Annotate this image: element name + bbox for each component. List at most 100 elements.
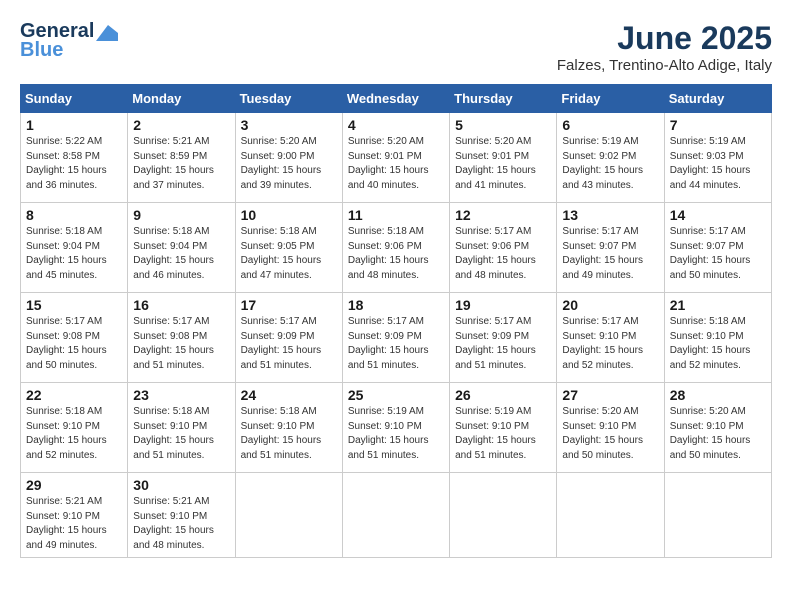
day-info: Sunrise: 5:18 AM Sunset: 9:10 PM Dayligh… xyxy=(26,405,122,463)
day-cell-24: 24 Sunrise: 5:18 AM Sunset: 9:10 PM Dayli… xyxy=(235,383,342,473)
day-info: Sunrise: 5:21 AM Sunset: 9:10 PM Dayligh… xyxy=(133,495,229,553)
empty-cell xyxy=(450,473,557,558)
day-cell-10: 10 Sunrise: 5:18 AM Sunset: 9:05 PM Dayli… xyxy=(235,203,342,293)
day-info: Sunrise: 5:17 AM Sunset: 9:07 PM Dayligh… xyxy=(562,225,658,283)
day-number: 9 xyxy=(133,207,229,223)
day-cell-9: 9 Sunrise: 5:18 AM Sunset: 9:04 PM Daylig… xyxy=(128,203,235,293)
day-cell-25: 25 Sunrise: 5:19 AM Sunset: 9:10 PM Dayli… xyxy=(342,383,449,473)
day-header-sunday: Sunday xyxy=(21,85,128,113)
day-number: 25 xyxy=(348,387,444,403)
day-number: 7 xyxy=(670,117,766,133)
day-info: Sunrise: 5:19 AM Sunset: 9:10 PM Dayligh… xyxy=(455,405,551,463)
day-number: 26 xyxy=(455,387,551,403)
week-row-3: 15 Sunrise: 5:17 AM Sunset: 9:08 PM Dayli… xyxy=(21,293,772,383)
day-cell-13: 13 Sunrise: 5:17 AM Sunset: 9:07 PM Dayli… xyxy=(557,203,664,293)
day-cell-30: 30 Sunrise: 5:21 AM Sunset: 9:10 PM Dayli… xyxy=(128,473,235,558)
day-info: Sunrise: 5:17 AM Sunset: 9:08 PM Dayligh… xyxy=(26,315,122,373)
day-number: 17 xyxy=(241,297,337,313)
day-info: Sunrise: 5:20 AM Sunset: 9:10 PM Dayligh… xyxy=(562,405,658,463)
day-cell-27: 27 Sunrise: 5:20 AM Sunset: 9:10 PM Dayli… xyxy=(557,383,664,473)
empty-cell xyxy=(664,473,771,558)
day-cell-22: 22 Sunrise: 5:18 AM Sunset: 9:10 PM Dayli… xyxy=(21,383,128,473)
day-header-wednesday: Wednesday xyxy=(342,85,449,113)
day-number: 5 xyxy=(455,117,551,133)
day-cell-1: 1 Sunrise: 5:22 AM Sunset: 8:58 PM Daylig… xyxy=(21,113,128,203)
day-number: 6 xyxy=(562,117,658,133)
day-header-saturday: Saturday xyxy=(664,85,771,113)
day-info: Sunrise: 5:17 AM Sunset: 9:06 PM Dayligh… xyxy=(455,225,551,283)
title-area: June 2025 Falzes, Trentino-Alto Adige, I… xyxy=(557,20,772,74)
day-info: Sunrise: 5:18 AM Sunset: 9:05 PM Dayligh… xyxy=(241,225,337,283)
day-cell-7: 7 Sunrise: 5:19 AM Sunset: 9:03 PM Daylig… xyxy=(664,113,771,203)
empty-cell xyxy=(235,473,342,558)
day-number: 30 xyxy=(133,477,229,493)
day-cell-17: 17 Sunrise: 5:17 AM Sunset: 9:09 PM Dayli… xyxy=(235,293,342,383)
day-cell-8: 8Sunrise: 5:18 AM Sunset: 9:04 PM Daylig… xyxy=(21,203,128,293)
day-info: Sunrise: 5:18 AM Sunset: 9:10 PM Dayligh… xyxy=(670,315,766,373)
day-info: Sunrise: 5:19 AM Sunset: 9:02 PM Dayligh… xyxy=(562,135,658,193)
day-info: Sunrise: 5:17 AM Sunset: 9:09 PM Dayligh… xyxy=(241,315,337,373)
day-number: 21 xyxy=(670,297,766,313)
week-row-4: 22 Sunrise: 5:18 AM Sunset: 9:10 PM Dayli… xyxy=(21,383,772,473)
day-info: Sunrise: 5:17 AM Sunset: 9:09 PM Dayligh… xyxy=(348,315,444,373)
day-cell-28: 28 Sunrise: 5:20 AM Sunset: 9:10 PM Dayli… xyxy=(664,383,771,473)
day-number: 12 xyxy=(455,207,551,223)
day-info: Sunrise: 5:19 AM Sunset: 9:03 PM Dayligh… xyxy=(670,135,766,193)
day-number: 13 xyxy=(562,207,658,223)
day-number: 29 xyxy=(26,477,122,493)
day-number: 11 xyxy=(348,207,444,223)
day-number: 23 xyxy=(133,387,229,403)
day-cell-4: 4 Sunrise: 5:20 AM Sunset: 9:01 PM Daylig… xyxy=(342,113,449,203)
day-cell-29: 29Sunrise: 5:21 AM Sunset: 9:10 PM Dayli… xyxy=(21,473,128,558)
day-number: 4 xyxy=(348,117,444,133)
day-info: Sunrise: 5:20 AM Sunset: 9:01 PM Dayligh… xyxy=(348,135,444,193)
day-header-monday: Monday xyxy=(128,85,235,113)
day-info: Sunrise: 5:20 AM Sunset: 9:01 PM Dayligh… xyxy=(455,135,551,193)
day-number: 8 xyxy=(26,207,122,223)
day-info: Sunrise: 5:18 AM Sunset: 9:10 PM Dayligh… xyxy=(241,405,337,463)
day-number: 18 xyxy=(348,297,444,313)
day-number: 20 xyxy=(562,297,658,313)
day-number: 15 xyxy=(26,297,122,313)
day-number: 10 xyxy=(241,207,337,223)
day-info: Sunrise: 5:22 AM Sunset: 8:58 PM Dayligh… xyxy=(26,135,122,193)
day-info: Sunrise: 5:18 AM Sunset: 9:10 PM Dayligh… xyxy=(133,405,229,463)
day-info: Sunrise: 5:21 AM Sunset: 8:59 PM Dayligh… xyxy=(133,135,229,193)
day-cell-26: 26 Sunrise: 5:19 AM Sunset: 9:10 PM Dayli… xyxy=(450,383,557,473)
day-info: Sunrise: 5:20 AM Sunset: 9:00 PM Dayligh… xyxy=(241,135,337,193)
day-number: 24 xyxy=(241,387,337,403)
day-number: 1 xyxy=(26,117,122,133)
day-number: 2 xyxy=(133,117,229,133)
day-cell-21: 21 Sunrise: 5:18 AM Sunset: 9:10 PM Dayli… xyxy=(664,293,771,383)
day-cell-16: 16 Sunrise: 5:17 AM Sunset: 9:08 PM Dayli… xyxy=(128,293,235,383)
day-number: 28 xyxy=(670,387,766,403)
week-row-1: 1 Sunrise: 5:22 AM Sunset: 8:58 PM Daylig… xyxy=(21,113,772,203)
week-row-5: 29 Sunrise: 5:21 AM Sunset: 9:10 PM Dayli… xyxy=(21,473,772,558)
day-info: Sunrise: 5:18 AM Sunset: 9:04 PM Dayligh… xyxy=(133,225,229,283)
day-info: Sunrise: 5:17 AM Sunset: 9:08 PM Dayligh… xyxy=(133,315,229,373)
day-header-friday: Friday xyxy=(557,85,664,113)
days-header-row: SundayMondayTuesdayWednesdayThursdayFrid… xyxy=(21,85,772,113)
day-cell-6: 6 Sunrise: 5:19 AM Sunset: 9:02 PM Daylig… xyxy=(557,113,664,203)
day-number: 16 xyxy=(133,297,229,313)
day-number: 27 xyxy=(562,387,658,403)
week-row-2: 8 Sunrise: 5:18 AM Sunset: 9:04 PM Daylig… xyxy=(21,203,772,293)
day-info: Sunrise: 5:19 AM Sunset: 9:10 PM Dayligh… xyxy=(348,405,444,463)
empty-cell xyxy=(557,473,664,558)
day-info: Sunrise: 5:17 AM Sunset: 9:07 PM Dayligh… xyxy=(670,225,766,283)
day-header-tuesday: Tuesday xyxy=(235,85,342,113)
day-info: Sunrise: 5:18 AM Sunset: 9:06 PM Dayligh… xyxy=(348,225,444,283)
empty-cell xyxy=(342,473,449,558)
day-info: Sunrise: 5:20 AM Sunset: 9:10 PM Dayligh… xyxy=(670,405,766,463)
day-number: 14 xyxy=(670,207,766,223)
day-cell-11: 11 Sunrise: 5:18 AM Sunset: 9:06 PM Dayli… xyxy=(342,203,449,293)
day-header-thursday: Thursday xyxy=(450,85,557,113)
day-cell-2: 2 Sunrise: 5:21 AM Sunset: 8:59 PM Daylig… xyxy=(128,113,235,203)
header: General Blue June 2025 Falzes, Trentino-… xyxy=(20,20,772,74)
day-cell-14: 14 Sunrise: 5:17 AM Sunset: 9:07 PM Dayli… xyxy=(664,203,771,293)
calendar: SundayMondayTuesdayWednesdayThursdayFrid… xyxy=(20,84,772,558)
day-number: 22 xyxy=(26,387,122,403)
logo-icon xyxy=(96,25,118,41)
day-cell-19: 19Sunrise: 5:17 AM Sunset: 9:09 PM Dayli… xyxy=(450,293,557,383)
day-cell-5: 5 Sunrise: 5:20 AM Sunset: 9:01 PM Daylig… xyxy=(450,113,557,203)
